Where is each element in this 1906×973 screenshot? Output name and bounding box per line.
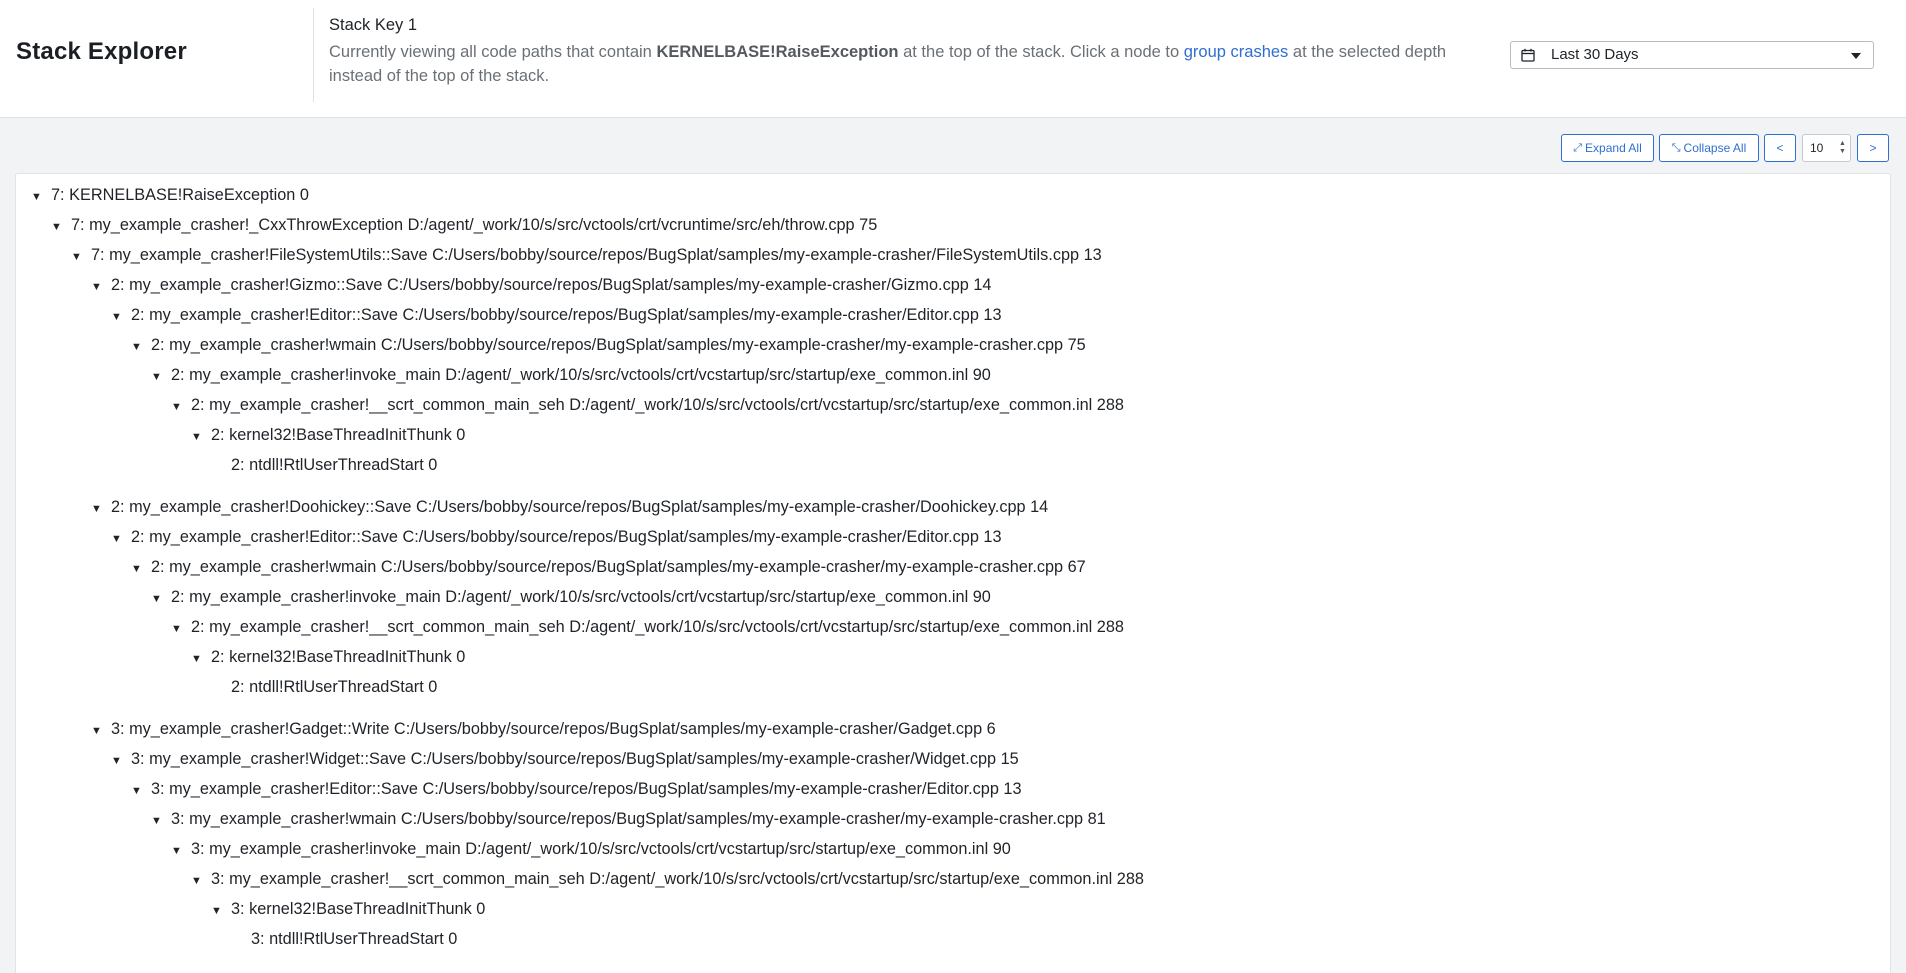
stepper-arrows-icon[interactable]: ▲ ▼	[1838, 140, 1847, 156]
expand-toggle-icon[interactable]: ▼	[211, 900, 231, 922]
tree-node[interactable]: ▼ 3: my_example_crasher!Editor::Save C:/U…	[131, 778, 1022, 800]
tree-node-label: 2: my_example_crasher!__scrt_common_main…	[191, 618, 1124, 636]
collapse-icon: ⤡	[1671, 141, 1681, 154]
tree-node[interactable]: ▼ 2: my_example_crasher!Editor::Save C:/U…	[111, 304, 1002, 326]
expand-toggle-icon[interactable]: ▼	[111, 528, 131, 550]
tree-node[interactable]: ▼ 2: my_example_crasher!__scrt_common_mai…	[171, 616, 1124, 638]
tree-node[interactable]: ▼ 2: kernel32!BaseThreadInitThunk 0	[191, 646, 465, 668]
expand-toggle-icon[interactable]: ▼	[131, 558, 151, 580]
tree-node-label: 2: my_example_crasher!wmain C:/Users/bob…	[151, 558, 1086, 576]
depth-value: 10	[1810, 141, 1824, 155]
desc-prefix: Currently viewing all code paths that co…	[329, 43, 657, 61]
tree-node[interactable]: ▼ 3: my_example_crasher!__scrt_common_mai…	[191, 868, 1144, 890]
tree-node[interactable]: ▼ 2: my_example_crasher!Gizmo::Save C:/Us…	[91, 274, 991, 296]
tree-node-label: 7: my_example_crasher!_CxxThrowException…	[71, 216, 878, 234]
expand-toggle-icon[interactable]: ▼	[111, 750, 131, 772]
expand-toggle-icon[interactable]: ▼	[31, 186, 51, 208]
expand-toggle-icon[interactable]: ▼	[191, 648, 211, 670]
tree-node-label: 2: my_example_crasher!invoke_main D:/age…	[171, 588, 991, 606]
tree-node[interactable]: ▼ 3: my_example_crasher!invoke_main D:/ag…	[171, 838, 1011, 860]
expand-toggle-icon[interactable]: ▼	[151, 366, 171, 388]
tree-node-label: 3: my_example_crasher!wmain C:/Users/bob…	[171, 810, 1106, 828]
tree-node-label: 2: my_example_crasher!wmain C:/Users/bob…	[151, 336, 1086, 354]
stack-tree-panel: ▼ 7: KERNELBASE!RaiseException 0 ▼ 7: my_ex…	[15, 173, 1891, 973]
tree-node-label: 3: ntdll!RtlUserThreadStart 0	[251, 930, 458, 948]
tree-node[interactable]: ▼ 2: my_example_crasher!Doohickey::Save C…	[91, 496, 1048, 518]
tree-node[interactable]: 2: ntdll!RtlUserThreadStart 0	[231, 454, 437, 476]
tree-node[interactable]: ▼ 3: my_example_crasher!Widget::Save C:/U…	[111, 748, 1019, 770]
expand-all-label: Expand All	[1585, 141, 1642, 155]
tree-node-label: 2: my_example_crasher!__scrt_common_main…	[191, 396, 1124, 414]
depth-stepper[interactable]: 10 ▲ ▼	[1802, 134, 1851, 162]
header-divider	[313, 8, 314, 102]
tree-node-label: 3: kernel32!BaseThreadInitThunk 0	[231, 900, 486, 918]
expand-toggle-icon[interactable]: ▼	[191, 426, 211, 448]
expand-toggle-icon[interactable]: ▼	[71, 246, 91, 268]
expand-toggle-icon[interactable]: ▼	[191, 870, 211, 892]
tree-node-label: 3: my_example_crasher!__scrt_common_main…	[211, 870, 1144, 888]
tree-node-label: 2: my_example_crasher!Editor::Save C:/Us…	[131, 528, 1002, 546]
expand-toggle-icon[interactable]: ▼	[51, 216, 71, 238]
tree-node[interactable]: 2: ntdll!RtlUserThreadStart 0	[231, 676, 437, 698]
next-button[interactable]: >	[1857, 134, 1889, 162]
tree-node-label: 2: ntdll!RtlUserThreadStart 0	[231, 456, 438, 474]
tree-node-label: 2: ntdll!RtlUserThreadStart 0	[231, 678, 438, 696]
tree-node[interactable]: ▼ 7: my_example_crasher!_CxxThrowExceptio…	[51, 214, 877, 236]
expand-toggle-icon[interactable]: ▼	[171, 840, 191, 862]
tree-node[interactable]: ▼ 3: my_example_crasher!Gadget::Write C:/…	[91, 718, 996, 740]
tree-node[interactable]: ▼ 2: my_example_crasher!invoke_main D:/ag…	[151, 586, 991, 608]
expand-all-button[interactable]: ⤢ Expand All	[1561, 134, 1654, 162]
expand-toggle-icon[interactable]: ▼	[91, 498, 111, 520]
calendar-icon	[1521, 48, 1535, 62]
expand-toggle-icon[interactable]: ▼	[91, 720, 111, 742]
expand-toggle-icon[interactable]: ▼	[131, 780, 151, 802]
date-range-value: Last 30 Days	[1551, 46, 1639, 63]
date-range-select[interactable]: Last 30 Days	[1510, 41, 1874, 69]
tree-node-label: 3: my_example_crasher!Editor::Save C:/Us…	[151, 780, 1022, 798]
expand-toggle-icon[interactable]: ▼	[151, 810, 171, 832]
expand-toggle-icon[interactable]: ▼	[111, 306, 131, 328]
app-title: Stack Explorer	[16, 38, 187, 65]
collapse-all-button[interactable]: ⤡ Collapse All	[1659, 134, 1759, 162]
chevron-down-icon	[1851, 53, 1861, 59]
expand-toggle-icon[interactable]: ▼	[151, 588, 171, 610]
page-header: Stack Explorer Stack Key 1 Currently vie…	[0, 0, 1906, 118]
expand-icon: ⤢	[1573, 141, 1583, 154]
tree-node-label: 3: my_example_crasher!Gadget::Write C:/U…	[111, 720, 996, 738]
expand-toggle-icon[interactable]: ▼	[131, 336, 151, 358]
tree-node-label: 7: my_example_crasher!FileSystemUtils::S…	[91, 246, 1102, 264]
expand-toggle-icon[interactable]: ▼	[91, 276, 111, 298]
group-crashes-link[interactable]: group crashes	[1184, 43, 1289, 61]
tree-node-label: 3: my_example_crasher!Widget::Save C:/Us…	[131, 750, 1019, 768]
tree-node-label: 2: kernel32!BaseThreadInitThunk 0	[211, 426, 466, 444]
tree-node-label: 2: my_example_crasher!Gizmo::Save C:/Use…	[111, 276, 992, 294]
stack-key-title: Stack Key 1	[329, 16, 418, 34]
stack-description: Currently viewing all code paths that co…	[329, 40, 1479, 88]
tree-node[interactable]: ▼ 2: kernel32!BaseThreadInitThunk 0	[191, 424, 465, 446]
tree-node-label: 2: kernel32!BaseThreadInitThunk 0	[211, 648, 466, 666]
expand-toggle-icon[interactable]: ▼	[171, 618, 191, 640]
tree-node-label: 2: my_example_crasher!Editor::Save C:/Us…	[131, 306, 1002, 324]
tree-node[interactable]: ▼ 2: my_example_crasher!Editor::Save C:/U…	[111, 526, 1002, 548]
tree-node[interactable]: ▼ 2: my_example_crasher!__scrt_common_mai…	[171, 394, 1124, 416]
tree-node[interactable]: ▼ 2: my_example_crasher!invoke_main D:/ag…	[151, 364, 991, 386]
expand-toggle-icon[interactable]: ▼	[171, 396, 191, 418]
tree-node-label: 2: my_example_crasher!Doohickey::Save C:…	[111, 498, 1049, 516]
tree-node-label: 3: my_example_crasher!invoke_main D:/age…	[191, 840, 1011, 858]
tree-node[interactable]: ▼ 7: KERNELBASE!RaiseException 0	[31, 184, 309, 206]
prev-button[interactable]: <	[1764, 134, 1796, 162]
tree-node[interactable]: ▼ 7: my_example_crasher!FileSystemUtils::…	[71, 244, 1102, 266]
desc-function: KERNELBASE!RaiseException	[656, 43, 899, 61]
desc-middle: at the top of the stack. Click a node to	[898, 43, 1184, 61]
tree-node-label: 7: KERNELBASE!RaiseException 0	[51, 186, 309, 204]
tree-node-label: 2: my_example_crasher!invoke_main D:/age…	[171, 366, 991, 384]
tree-node[interactable]: ▼ 3: kernel32!BaseThreadInitThunk 0	[211, 898, 485, 920]
tree-node[interactable]: ▼ 2: my_example_crasher!wmain C:/Users/bo…	[131, 556, 1086, 578]
collapse-all-label: Collapse All	[1683, 141, 1747, 155]
tree-node[interactable]: ▼ 3: my_example_crasher!wmain C:/Users/bo…	[151, 808, 1106, 830]
tree-node[interactable]: ▼ 2: my_example_crasher!wmain C:/Users/bo…	[131, 334, 1086, 356]
tree-node[interactable]: 3: ntdll!RtlUserThreadStart 0	[251, 928, 457, 950]
